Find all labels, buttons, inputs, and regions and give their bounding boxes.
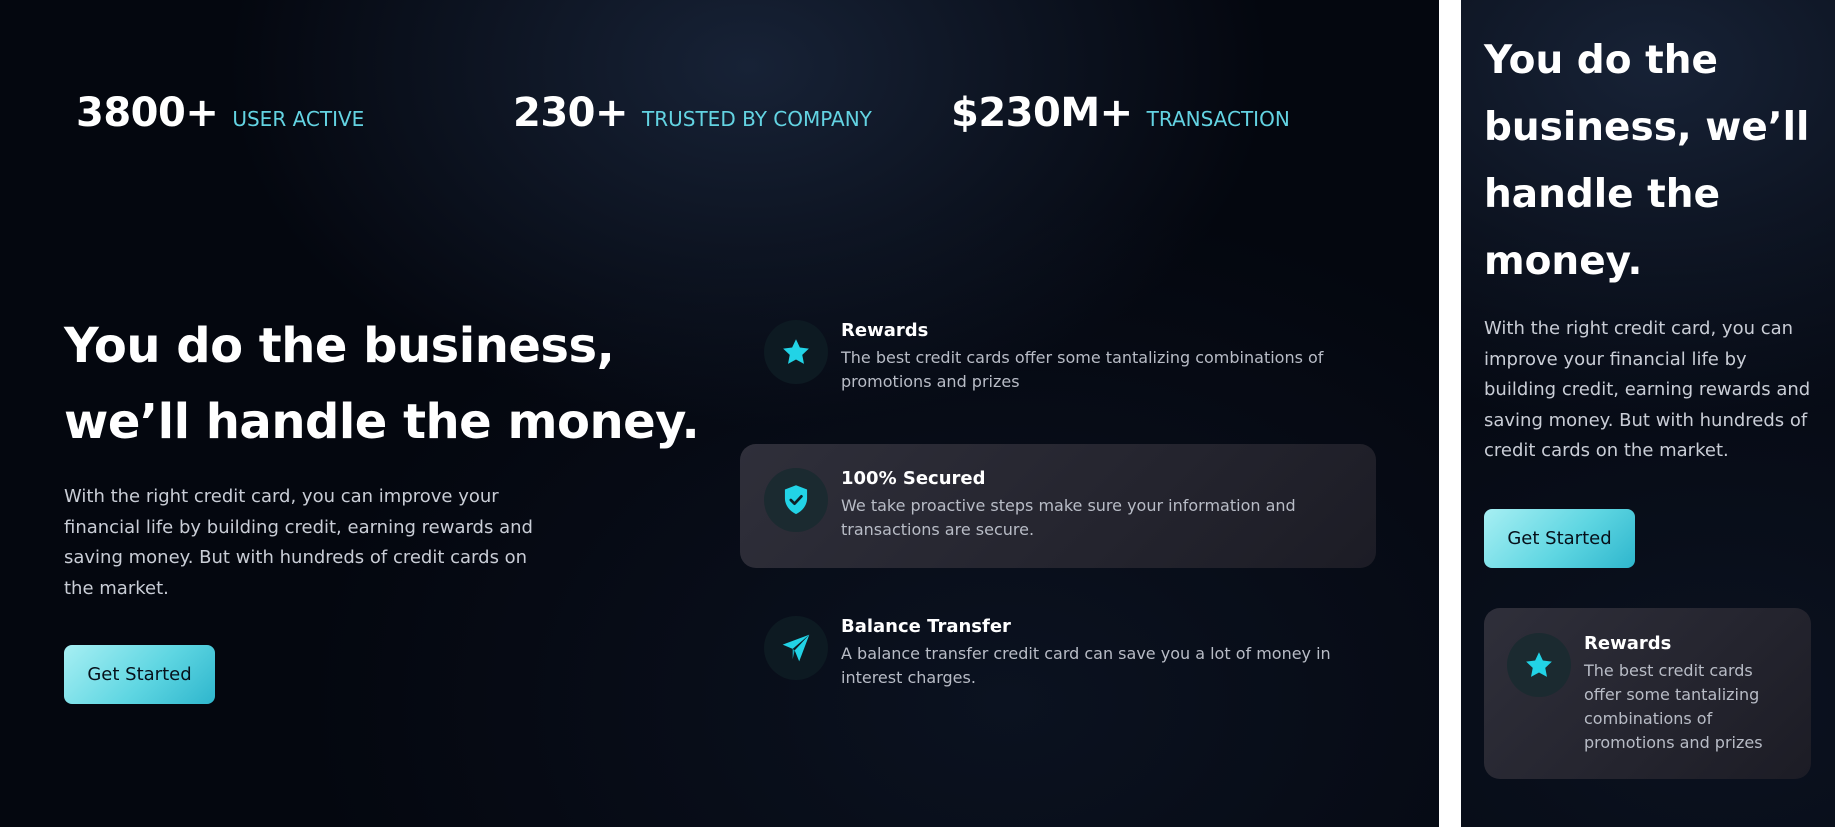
feature-title: 100% Secured [841, 468, 986, 489]
mobile-feature-rewards: Rewards The best credit cards offer some… [1507, 633, 1797, 755]
stat-value: 3800+ [76, 90, 219, 136]
hero-title-line-1: You do the business, [64, 318, 615, 374]
stat-trusted-companies: 230+ TRUSTED BY COMPANY [513, 90, 872, 136]
feature-title: Rewards [1584, 633, 1672, 654]
stat-users-active: 3800+ USER ACTIVE [76, 90, 364, 136]
paper-plane-icon [764, 616, 828, 680]
feature-text: We take proactive steps make sure your i… [841, 496, 1296, 539]
feature-text: The best credit cards offer some tantali… [1584, 661, 1763, 752]
mobile-get-started-button[interactable]: Get Started [1484, 509, 1635, 568]
feature-balance-transfer: Balance Transfer A balance transfer cred… [764, 616, 1364, 690]
stat-value: $230M+ [951, 90, 1133, 136]
feature-text: The best credit cards offer some tantali… [841, 348, 1324, 391]
hero-description: With the right credit card, you can impr… [64, 486, 533, 599]
mobile-hero-title: You do the business, we’ll handle the mo… [1484, 38, 1810, 284]
hero-title-line-2: we’ll handle the money. [64, 394, 700, 450]
hero-title: You do the business, we’ll handle the mo… [64, 308, 724, 460]
stat-label: USER ACTIVE [232, 107, 365, 131]
stat-label: TRANSACTION [1146, 107, 1290, 131]
mobile-hero-description: With the right credit card, you can impr… [1484, 318, 1811, 461]
get-started-button[interactable]: Get Started [64, 645, 215, 704]
stat-transaction: $230M+ TRANSACTION [951, 90, 1290, 136]
feature-text: A balance transfer credit card can save … [841, 644, 1331, 687]
feature-rewards: Rewards The best credit cards offer some… [764, 320, 1364, 394]
desktop-preview: 3800+ USER ACTIVE 230+ TRUSTED BY COMPAN… [0, 0, 1439, 827]
mobile-preview: You do the business, we’ll handle the mo… [1461, 0, 1835, 827]
feature-title: Balance Transfer [841, 616, 1011, 637]
star-icon [764, 320, 828, 384]
feature-title: Rewards [841, 320, 929, 341]
stat-label: TRUSTED BY COMPANY [642, 107, 872, 131]
shield-check-icon [764, 468, 828, 532]
feature-secured: 100% Secured We take proactive steps mak… [764, 468, 1364, 542]
stat-value: 230+ [513, 90, 629, 136]
star-icon [1507, 633, 1571, 697]
